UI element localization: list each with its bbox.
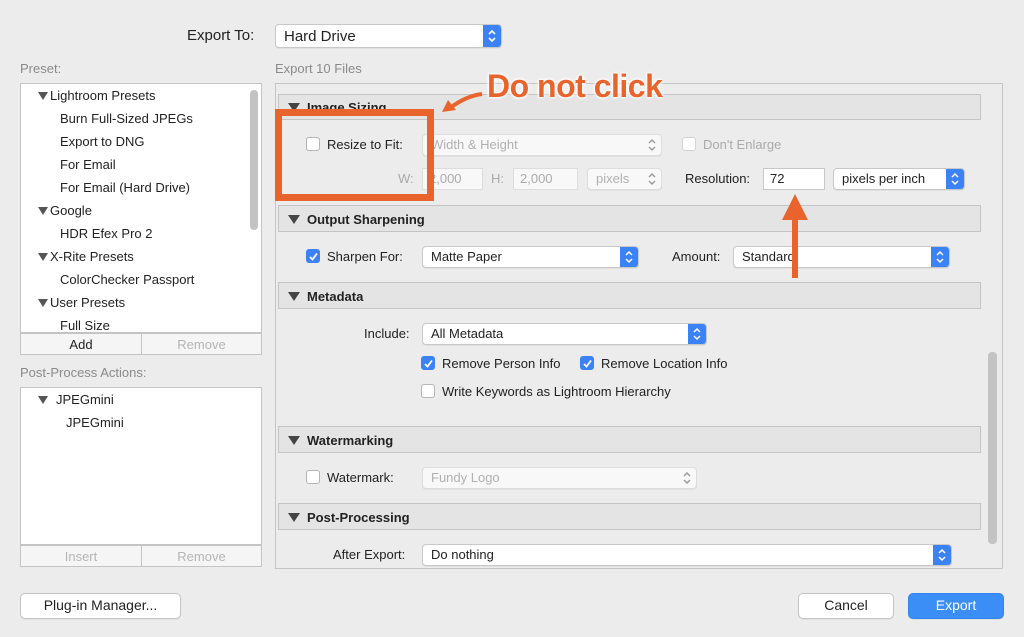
disclosure-triangle-icon[interactable]: [38, 299, 48, 307]
annotation-text: Do not click: [487, 68, 663, 104]
remove-person-label: Remove Person Info: [442, 356, 561, 371]
select-stepper-icon: [678, 468, 696, 488]
post-process-list[interactable]: JPEGmini JPEGmini: [20, 387, 262, 545]
section-title: Post-Processing: [307, 510, 410, 525]
watermark-checkbox[interactable]: [306, 470, 320, 484]
annotation-arrow-icon: [782, 194, 808, 278]
preset-list[interactable]: Lightroom Presets Burn Full-Sized JPEGs …: [20, 83, 262, 333]
disclosure-triangle-icon[interactable]: [288, 292, 300, 301]
export-to-label: Export To:: [187, 27, 255, 44]
disclosure-triangle-icon[interactable]: [288, 436, 300, 445]
resolution-units-select[interactable]: pixels per inch: [833, 168, 965, 190]
cancel-button[interactable]: Cancel: [798, 593, 894, 619]
include-value: All Metadata: [431, 326, 504, 341]
select-stepper-icon: [620, 247, 638, 267]
amount-label: Amount:: [672, 249, 721, 264]
include-select[interactable]: All Metadata: [422, 323, 707, 345]
annotation-arrow-icon: [442, 92, 483, 112]
size-units-select[interactable]: pixels: [587, 168, 662, 190]
metadata-header[interactable]: Metadata: [278, 282, 981, 309]
dont-enlarge-checkbox[interactable]: [682, 137, 696, 151]
sharpen-for-label: Sharpen For:: [327, 249, 403, 264]
height-input[interactable]: 2,000: [513, 168, 578, 190]
resolution-units-value: pixels per inch: [842, 171, 926, 186]
watermark-label: Watermark:: [327, 470, 394, 485]
action-remove-button[interactable]: Remove: [141, 545, 262, 567]
section-title: Watermarking: [307, 433, 394, 448]
write-keywords-label: Write Keywords as Lightroom Hierarchy: [442, 384, 671, 399]
resize-mode-value: Width & Height: [431, 137, 518, 152]
amount-select[interactable]: Standard: [733, 246, 950, 268]
size-units-value: pixels: [596, 171, 630, 186]
preset-item[interactable]: HDR Efex Pro 2: [60, 226, 152, 241]
export-files-count: Export 10 Files: [275, 61, 362, 76]
disclosure-triangle-icon[interactable]: [38, 396, 48, 404]
preset-item[interactable]: For Email (Hard Drive): [60, 180, 190, 195]
preset-group-user[interactable]: User Presets: [50, 295, 125, 310]
section-title: Output Sharpening: [307, 212, 425, 227]
disclosure-triangle-icon[interactable]: [38, 92, 48, 100]
section-title: Metadata: [307, 289, 364, 304]
preset-item[interactable]: ColorChecker Passport: [60, 272, 194, 287]
include-label: Include:: [364, 326, 410, 341]
select-stepper-icon: [483, 25, 501, 47]
select-stepper-icon: [946, 169, 964, 189]
height-label: H:: [491, 171, 504, 186]
preset-scrollbar[interactable]: [250, 90, 258, 230]
preset-group-xrite[interactable]: X-Rite Presets: [50, 249, 134, 264]
disclosure-triangle-icon[interactable]: [38, 207, 48, 215]
action-group-jpegmini[interactable]: JPEGmini: [56, 392, 114, 407]
preset-group-google[interactable]: Google: [50, 203, 92, 218]
disclosure-triangle-icon[interactable]: [38, 253, 48, 261]
settings-scrollbar[interactable]: [988, 352, 997, 544]
output-sharpening-header[interactable]: Output Sharpening: [278, 205, 981, 232]
after-export-select[interactable]: Do nothing: [422, 544, 952, 566]
dont-enlarge-label: Don't Enlarge: [703, 137, 782, 152]
write-keywords-checkbox[interactable]: [421, 384, 435, 398]
select-stepper-icon: [933, 545, 951, 565]
export-button[interactable]: Export: [908, 593, 1004, 619]
after-export-value: Do nothing: [431, 547, 494, 562]
preset-group-lightroom[interactable]: Lightroom Presets: [50, 88, 156, 103]
plugin-manager-button[interactable]: Plug-in Manager...: [20, 593, 181, 619]
remove-location-checkbox[interactable]: [580, 356, 594, 370]
disclosure-triangle-icon[interactable]: [288, 513, 300, 522]
watermarking-header[interactable]: Watermarking: [278, 426, 981, 453]
watermark-select[interactable]: Fundy Logo: [422, 467, 697, 489]
action-item[interactable]: JPEGmini: [66, 415, 124, 430]
remove-location-label: Remove Location Info: [601, 356, 728, 371]
resolution-input[interactable]: 72: [763, 168, 825, 190]
preset-remove-button[interactable]: Remove: [141, 333, 262, 355]
select-stepper-icon: [643, 169, 661, 189]
sharpen-for-value: Matte Paper: [431, 249, 502, 264]
export-to-value: Hard Drive: [284, 28, 356, 45]
resolution-label: Resolution:: [685, 171, 751, 186]
post-process-header: Post-Process Actions:: [20, 365, 147, 380]
preset-item[interactable]: Burn Full-Sized JPEGs: [60, 111, 193, 126]
sharpen-for-checkbox[interactable]: [306, 249, 320, 263]
sharpen-for-select[interactable]: Matte Paper: [422, 246, 639, 268]
export-to-select[interactable]: Hard Drive: [275, 24, 502, 48]
post-processing-header[interactable]: Post-Processing: [278, 503, 981, 530]
preset-add-button[interactable]: Add: [20, 333, 142, 355]
disclosure-triangle-icon[interactable]: [288, 215, 300, 224]
preset-item[interactable]: Full Size: [60, 318, 110, 332]
select-stepper-icon: [643, 135, 661, 155]
preset-header: Preset:: [20, 61, 62, 76]
select-stepper-icon: [931, 247, 949, 267]
watermark-value: Fundy Logo: [431, 470, 500, 485]
preset-item[interactable]: Export to DNG: [60, 134, 145, 149]
insert-button[interactable]: Insert: [20, 545, 142, 567]
preset-item[interactable]: For Email: [60, 157, 116, 172]
select-stepper-icon: [688, 324, 706, 344]
annotation-box: [275, 109, 434, 201]
resize-mode-select[interactable]: Width & Height: [422, 134, 662, 156]
after-export-label: After Export:: [333, 547, 406, 562]
remove-person-checkbox[interactable]: [421, 356, 435, 370]
